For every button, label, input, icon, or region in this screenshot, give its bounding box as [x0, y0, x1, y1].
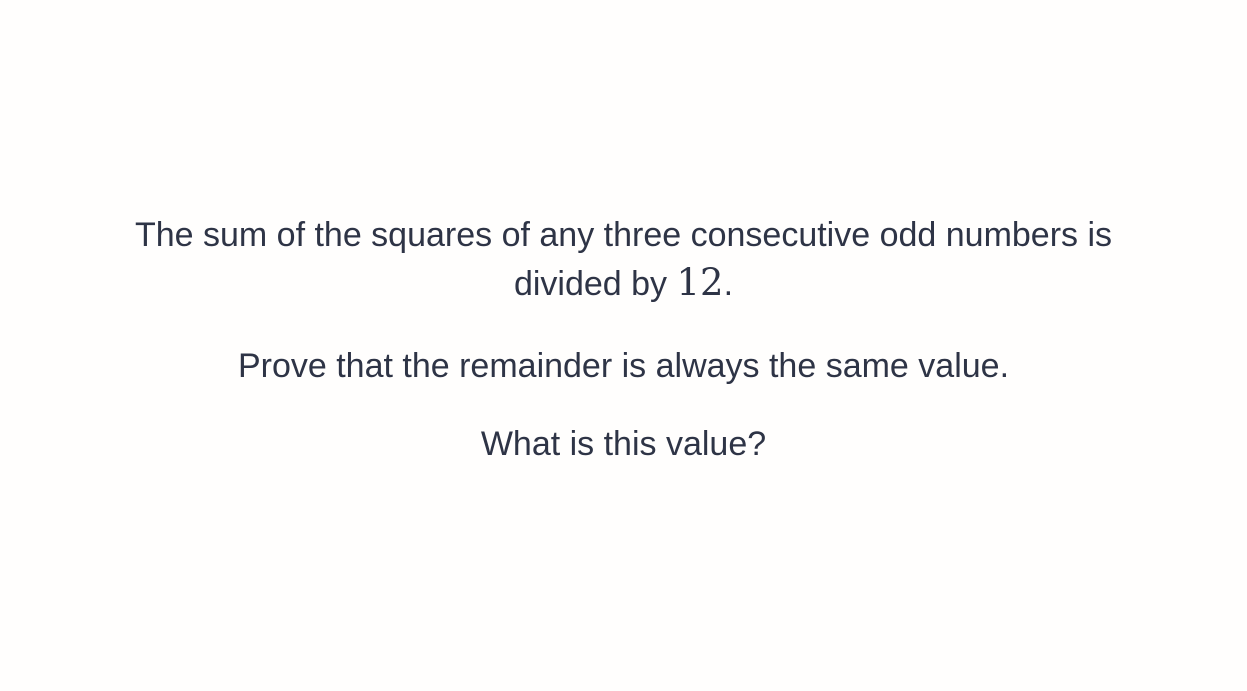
statement-line-2-prefix: divided by: [513, 265, 677, 303]
question-page: The sum of the squares of any three cons…: [0, 0, 1247, 691]
question-content: The sum of the squares of any three cons…: [0, 212, 1247, 499]
statement-line-2-suffix: .: [723, 265, 734, 303]
prove-paragraph: Prove that the remainder is always the s…: [237, 347, 1010, 385]
statement-line-1: The sum of the squares of any three cons…: [134, 216, 1113, 254]
divisor-math: 12: [676, 261, 724, 304]
statement-paragraph: The sum of the squares of any three cons…: [0, 212, 1247, 308]
ask-paragraph: What is this value?: [480, 425, 767, 463]
